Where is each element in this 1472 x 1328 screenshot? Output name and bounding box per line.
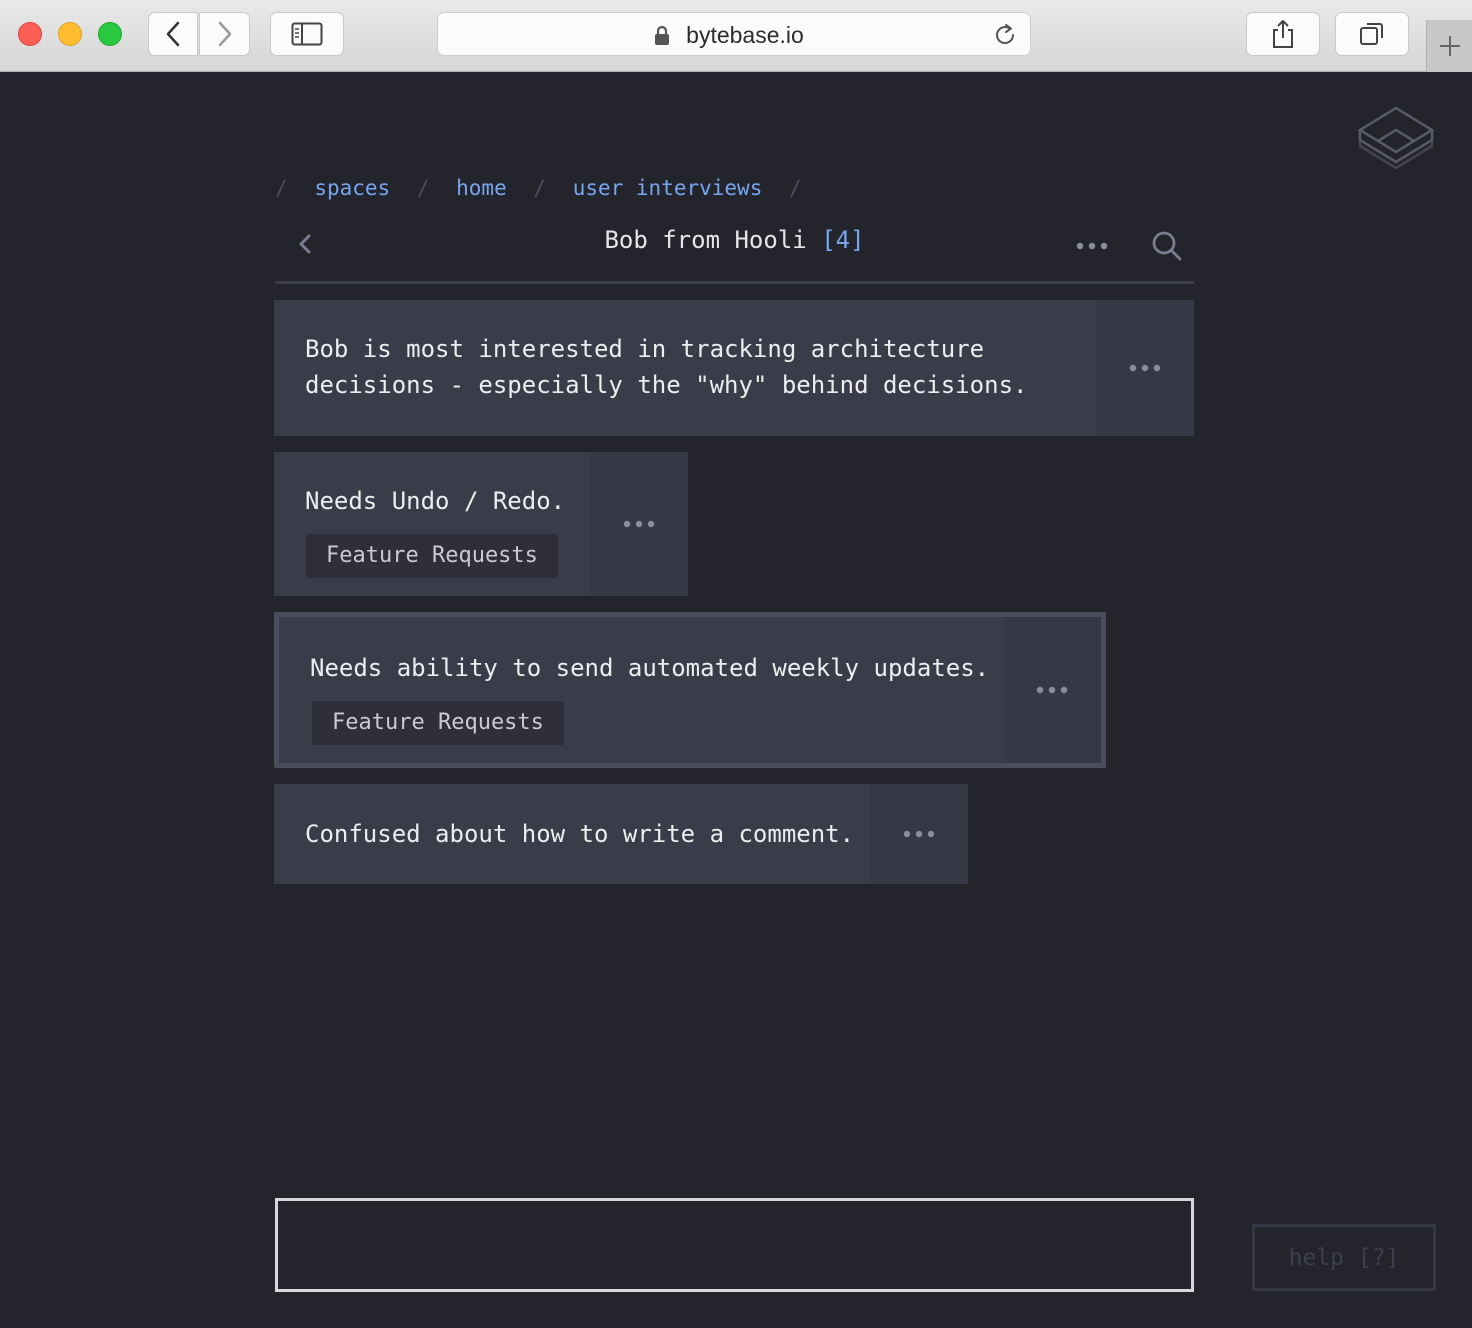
breadcrumb-home-link[interactable]: home bbox=[456, 176, 507, 200]
note-text-line: Confused about how to write a comment. bbox=[305, 820, 855, 848]
more-options-icon bbox=[1036, 686, 1068, 694]
more-options-icon bbox=[903, 830, 935, 838]
note-card-selected[interactable]: Needs ability to send automated weekly u… bbox=[274, 612, 1106, 768]
plus-icon bbox=[1439, 36, 1460, 56]
new-note-input[interactable] bbox=[275, 1198, 1194, 1292]
more-options-icon bbox=[1129, 364, 1161, 372]
item-count-badge: [4] bbox=[821, 226, 865, 254]
page-title-text: Bob from Hooli bbox=[604, 226, 807, 254]
share-button[interactable] bbox=[1246, 12, 1320, 56]
close-window-button[interactable] bbox=[18, 22, 42, 46]
note-text-line: Bob is most interested in tracking archi… bbox=[305, 335, 985, 363]
more-options-icon bbox=[623, 520, 655, 528]
browser-toolbar: bytebase.io bbox=[0, 0, 1472, 72]
note-card[interactable]: Bob is most interested in tracking archi… bbox=[274, 300, 1194, 436]
new-tab-button[interactable] bbox=[1426, 20, 1472, 72]
breadcrumb: / spaces / home / user interviews / bbox=[275, 176, 816, 200]
breadcrumb-separator: / bbox=[275, 176, 288, 200]
note-more-button[interactable] bbox=[590, 452, 688, 596]
more-options-icon[interactable] bbox=[1075, 241, 1109, 251]
tabs-icon bbox=[1360, 23, 1383, 45]
breadcrumb-separator: / bbox=[789, 176, 802, 200]
browser-back-button[interactable] bbox=[148, 12, 198, 56]
page-header: Bob from Hooli [4] bbox=[275, 222, 1194, 284]
zoom-window-button[interactable] bbox=[98, 22, 122, 46]
breadcrumb-separator: / bbox=[533, 176, 547, 200]
note-more-button[interactable] bbox=[870, 784, 968, 884]
tag-chip[interactable]: Feature Requests bbox=[306, 534, 558, 578]
note-text-line: Needs ability to send automated weekly u… bbox=[310, 654, 990, 682]
breadcrumb-spaces-link[interactable]: spaces bbox=[314, 176, 390, 200]
note-card[interactable]: Confused about how to write a comment. bbox=[274, 784, 968, 884]
note-text-line: Needs Undo / Redo. bbox=[305, 487, 566, 515]
sidebar-icon bbox=[291, 22, 323, 46]
back-icon bbox=[166, 21, 180, 47]
note-card[interactable]: Needs Undo / Redo. Feature Requests bbox=[274, 452, 688, 596]
minimize-window-button[interactable] bbox=[58, 22, 82, 46]
address-bar[interactable]: bytebase.io bbox=[437, 12, 1031, 56]
page-title: Bob from Hooli [4] bbox=[275, 226, 1194, 254]
browser-forward-button[interactable] bbox=[199, 12, 250, 56]
show-tabs-button[interactable] bbox=[1335, 12, 1409, 56]
note-text-line: decisions - especially the "why" behind … bbox=[305, 371, 1028, 399]
help-button[interactable]: help [?] bbox=[1252, 1224, 1436, 1291]
reload-icon[interactable] bbox=[992, 22, 1018, 48]
search-icon[interactable] bbox=[1151, 230, 1183, 262]
sidebar-toggle-button[interactable] bbox=[270, 12, 344, 56]
forward-icon bbox=[218, 21, 231, 47]
breadcrumb-separator: / bbox=[416, 176, 430, 200]
share-icon bbox=[1273, 20, 1293, 48]
note-more-button[interactable] bbox=[1096, 300, 1194, 436]
breadcrumb-user-interviews-link[interactable]: user interviews bbox=[573, 176, 763, 200]
bytebase-logo-icon[interactable] bbox=[1356, 104, 1436, 172]
tag-chip[interactable]: Feature Requests bbox=[312, 701, 564, 745]
note-more-button[interactable] bbox=[1003, 617, 1101, 763]
url-text: bytebase.io bbox=[686, 22, 804, 48]
